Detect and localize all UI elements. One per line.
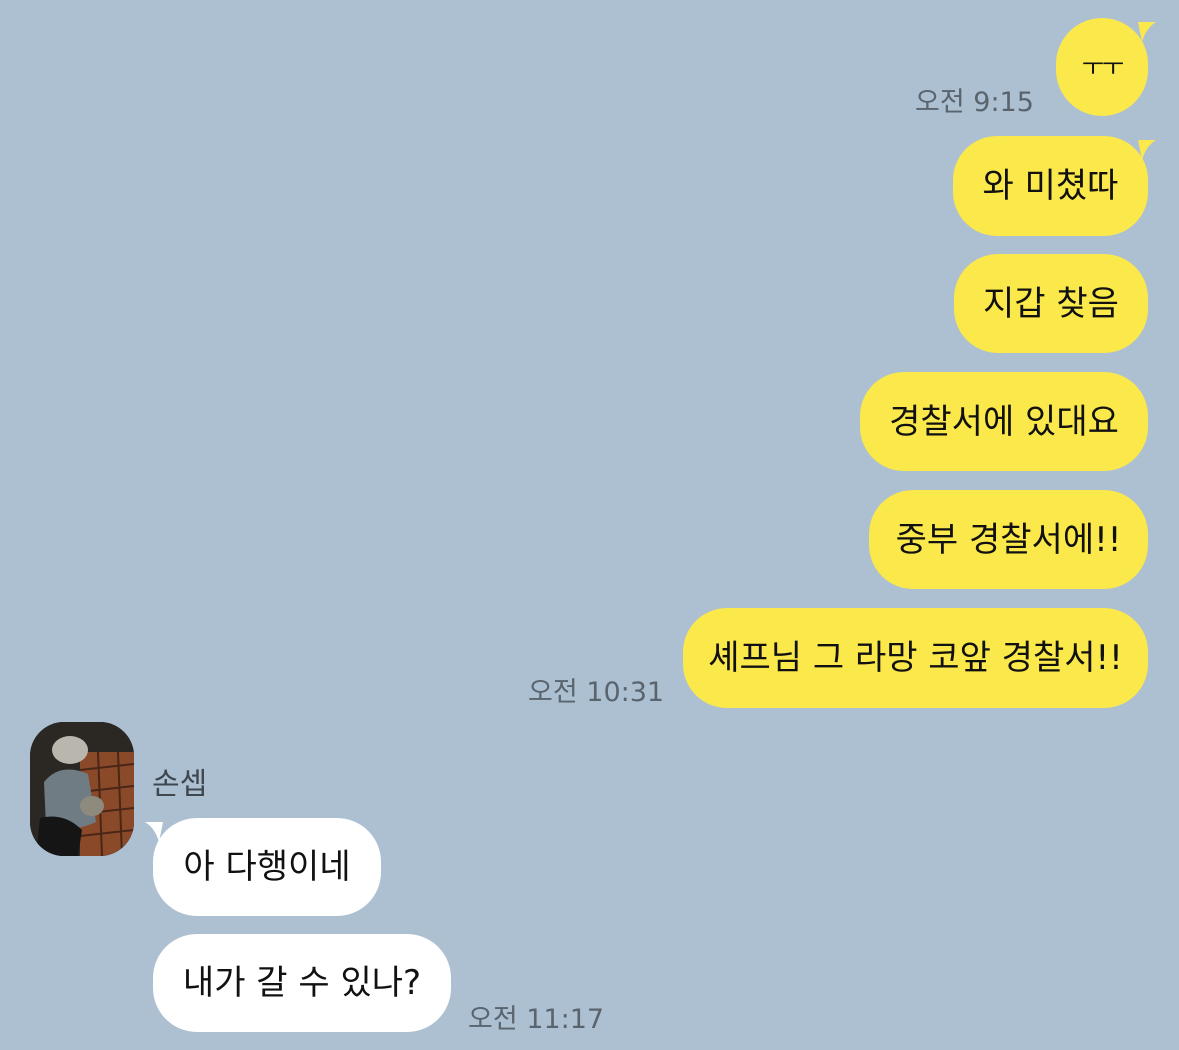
message-text: 셰프님 그 라망 코앞 경찰서!! bbox=[708, 638, 1123, 678]
timestamp: 오전 11:17 bbox=[468, 1004, 605, 1035]
message-text: 와 미쳤따 bbox=[982, 166, 1119, 206]
incoming-message-2[interactable]: 내가 갈 수 있나? bbox=[153, 934, 451, 1032]
message-text: 지갑 찾음 bbox=[983, 283, 1119, 324]
outgoing-message-4[interactable]: 경찰서에 있대요 bbox=[860, 372, 1148, 471]
message-text: 내가 갈 수 있나? bbox=[182, 963, 422, 1003]
avatar[interactable] bbox=[30, 722, 134, 856]
incoming-message-1[interactable]: 아 다행이네 bbox=[153, 818, 381, 916]
message-text: ㅜㅜ bbox=[1081, 53, 1124, 81]
timestamp: 오전 10:31 bbox=[528, 677, 665, 708]
timestamp: 오전 9:15 bbox=[915, 87, 1034, 118]
bubble-tail-icon bbox=[1138, 140, 1156, 160]
outgoing-message-6[interactable]: 셰프님 그 라망 코앞 경찰서!! bbox=[683, 608, 1148, 708]
bubble-tail-icon bbox=[1138, 22, 1156, 42]
outgoing-message-5[interactable]: 중부 경찰서에!! bbox=[869, 490, 1148, 589]
profile-photo-icon bbox=[30, 722, 134, 856]
outgoing-message-3[interactable]: 지갑 찾음 bbox=[954, 254, 1148, 353]
outgoing-message-1[interactable]: ㅜㅜ bbox=[1056, 18, 1148, 116]
message-text: 아 다행이네 bbox=[183, 847, 351, 887]
outgoing-message-2[interactable]: 와 미쳤따 bbox=[953, 136, 1148, 236]
sender-name: 손셉 bbox=[152, 767, 208, 802]
message-text: 중부 경찰서에!! bbox=[895, 519, 1122, 560]
message-text: 경찰서에 있대요 bbox=[889, 401, 1119, 442]
